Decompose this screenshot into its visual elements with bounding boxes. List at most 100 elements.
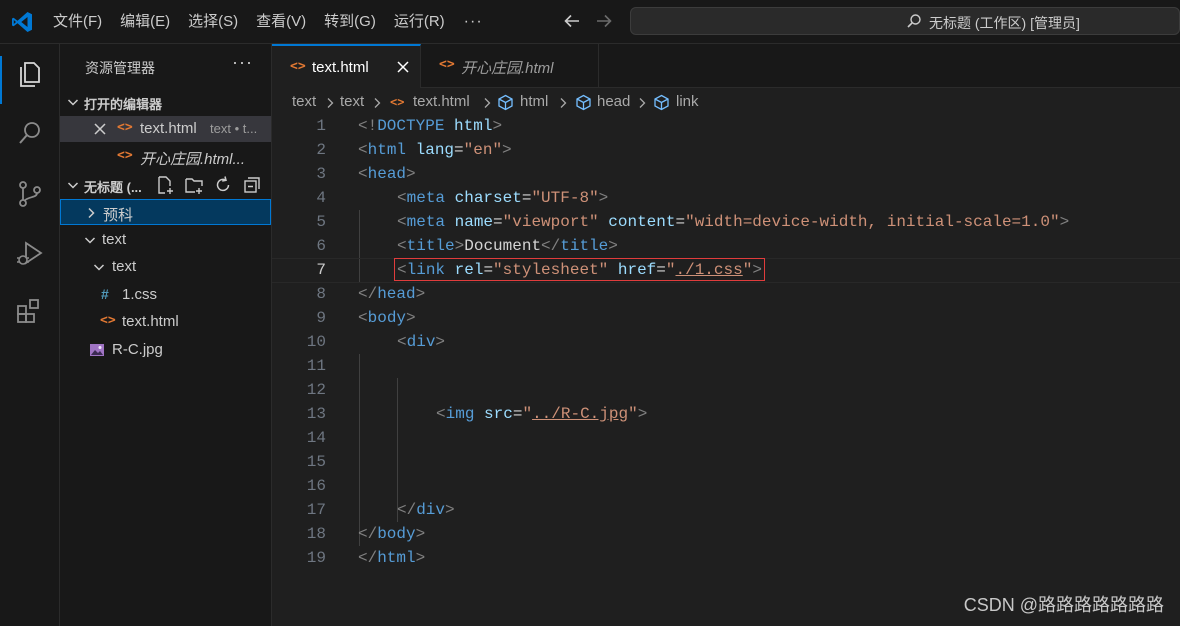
html-file-icon: <> — [390, 95, 405, 109]
token: < — [358, 165, 368, 183]
chevron-right-icon — [88, 207, 95, 219]
tab-text-html[interactable]: <> text.html — [272, 44, 421, 88]
code-line: 9 <body> — [272, 306, 1180, 330]
token: </ — [358, 525, 378, 543]
file-item[interactable]: # 1.css — [60, 282, 271, 308]
token: > — [415, 285, 426, 303]
tab-label: 开心庄园.html — [461, 60, 554, 77]
tab-kaixin-html[interactable]: <> 开心庄园.html — [421, 44, 599, 88]
close-icon[interactable] — [93, 122, 107, 136]
token: "width=device-width, initial-scale=1.0" — [685, 213, 1060, 231]
code-line: 5 <meta name="viewport" content="width=d… — [272, 210, 1180, 234]
menu-selection[interactable]: 选择(S) — [179, 0, 247, 44]
file-label: text.html — [122, 313, 179, 330]
command-center-search[interactable]: 无标题 (工作区) [管理员] — [630, 7, 1180, 35]
file-label: 1.css — [122, 286, 158, 303]
token: > — [435, 333, 446, 351]
search-view-icon[interactable] — [12, 115, 48, 151]
back-arrow-icon[interactable] — [562, 11, 582, 31]
token: <! — [358, 117, 378, 135]
new-file-icon[interactable] — [155, 175, 175, 195]
folder-item[interactable]: 预科 — [60, 199, 271, 225]
breadcrumb-item[interactable]: text — [292, 93, 316, 110]
breadcrumb-item[interactable]: text.html — [413, 93, 470, 110]
chevron-right-icon — [374, 98, 381, 108]
folder-item[interactable]: text — [60, 254, 271, 280]
menu-more-button[interactable]: ··· — [454, 2, 495, 42]
token: body — [367, 309, 407, 327]
code-text: </body> — [358, 522, 425, 546]
code-text: </div> — [397, 498, 455, 522]
open-editor-detail: text • t... — [210, 121, 258, 136]
workspace-header[interactable]: 无标题 (... — [60, 173, 271, 197]
open-editors-header[interactable]: 打开的编辑器 — [60, 90, 271, 114]
link-path[interactable]: ../R-C.jpg — [532, 405, 628, 423]
token: title — [560, 237, 609, 255]
open-editor-item[interactable]: <> 开心庄园.html... — [60, 144, 271, 170]
file-item[interactable]: R-C.jpg — [60, 337, 271, 363]
open-editor-label: 开心庄园.html... — [140, 151, 246, 168]
token: meta — [406, 213, 446, 231]
breadcrumb-item[interactable]: html — [520, 93, 548, 110]
extensions-icon[interactable] — [12, 294, 48, 330]
code-line: 10 <div> — [272, 330, 1180, 354]
open-editor-item[interactable]: <> text.html text • t... — [60, 116, 271, 142]
explorer-more-button[interactable]: ··· — [232, 52, 253, 73]
breadcrumb-item[interactable]: text — [340, 93, 364, 110]
explorer-title: 资源管理器 — [85, 60, 155, 76]
explorer-icon[interactable] — [12, 56, 48, 92]
menu-go[interactable]: 转到(G) — [315, 0, 385, 44]
code-line: 13 <img src="../R-C.jpg"> — [272, 402, 1180, 426]
token: > — [1059, 213, 1070, 231]
token: < — [397, 189, 407, 207]
token: html — [454, 117, 493, 135]
token: > — [415, 549, 426, 567]
line-number: 13 — [306, 405, 326, 423]
close-icon[interactable] — [396, 60, 410, 74]
run-debug-icon[interactable] — [12, 235, 48, 271]
new-folder-icon[interactable] — [184, 175, 204, 195]
refresh-icon[interactable] — [213, 175, 233, 195]
token: "UTF-8" — [531, 189, 599, 207]
token: > — [492, 117, 503, 135]
line-number: 18 — [306, 525, 326, 543]
token: < — [358, 309, 368, 327]
token: lang — [415, 141, 455, 159]
forward-arrow-icon[interactable] — [594, 11, 614, 31]
watermark: CSDN @路路路路路路路 — [963, 595, 1164, 615]
active-indicator — [0, 56, 2, 104]
token: meta — [406, 189, 446, 207]
token: Document — [464, 237, 542, 255]
collapse-all-icon[interactable] — [242, 175, 262, 195]
token: < — [397, 237, 407, 255]
token: = — [454, 141, 464, 159]
token: content — [608, 213, 676, 231]
file-label: R-C.jpg — [112, 341, 163, 358]
source-control-icon[interactable] — [12, 176, 48, 212]
activity-bar — [0, 44, 60, 626]
menu-edit[interactable]: 编辑(E) — [111, 0, 179, 44]
breadcrumb-item[interactable]: link — [676, 93, 699, 110]
menu-run[interactable]: 运行(R) — [385, 0, 454, 44]
token: > — [598, 189, 609, 207]
menu-view[interactable]: 查看(V) — [247, 0, 315, 44]
code-editor[interactable]: 1 <!DOCTYPE html> 2 <html lang="en"> 3 <… — [272, 114, 1180, 614]
token: html — [367, 141, 407, 159]
editor-area: <> text.html <> 开心庄园.html text text <> t… — [272, 44, 1180, 626]
open-editor-label: text.html — [140, 120, 197, 137]
token: charset — [454, 189, 522, 207]
folder-item[interactable]: text — [60, 227, 271, 253]
breadcrumb-item[interactable]: head — [597, 93, 630, 110]
chevron-right-icon — [327, 98, 334, 108]
code-text: <body> — [358, 306, 416, 330]
menu-file[interactable]: 文件(F) — [44, 0, 111, 44]
token: img — [445, 405, 475, 423]
chevron-right-icon — [639, 98, 646, 108]
html-file-icon: <> — [439, 57, 455, 72]
file-item[interactable]: <> text.html — [60, 309, 271, 335]
token: > — [454, 237, 465, 255]
token: </ — [358, 549, 378, 567]
line-number: 2 — [316, 141, 326, 159]
chevron-right-icon — [560, 98, 567, 108]
